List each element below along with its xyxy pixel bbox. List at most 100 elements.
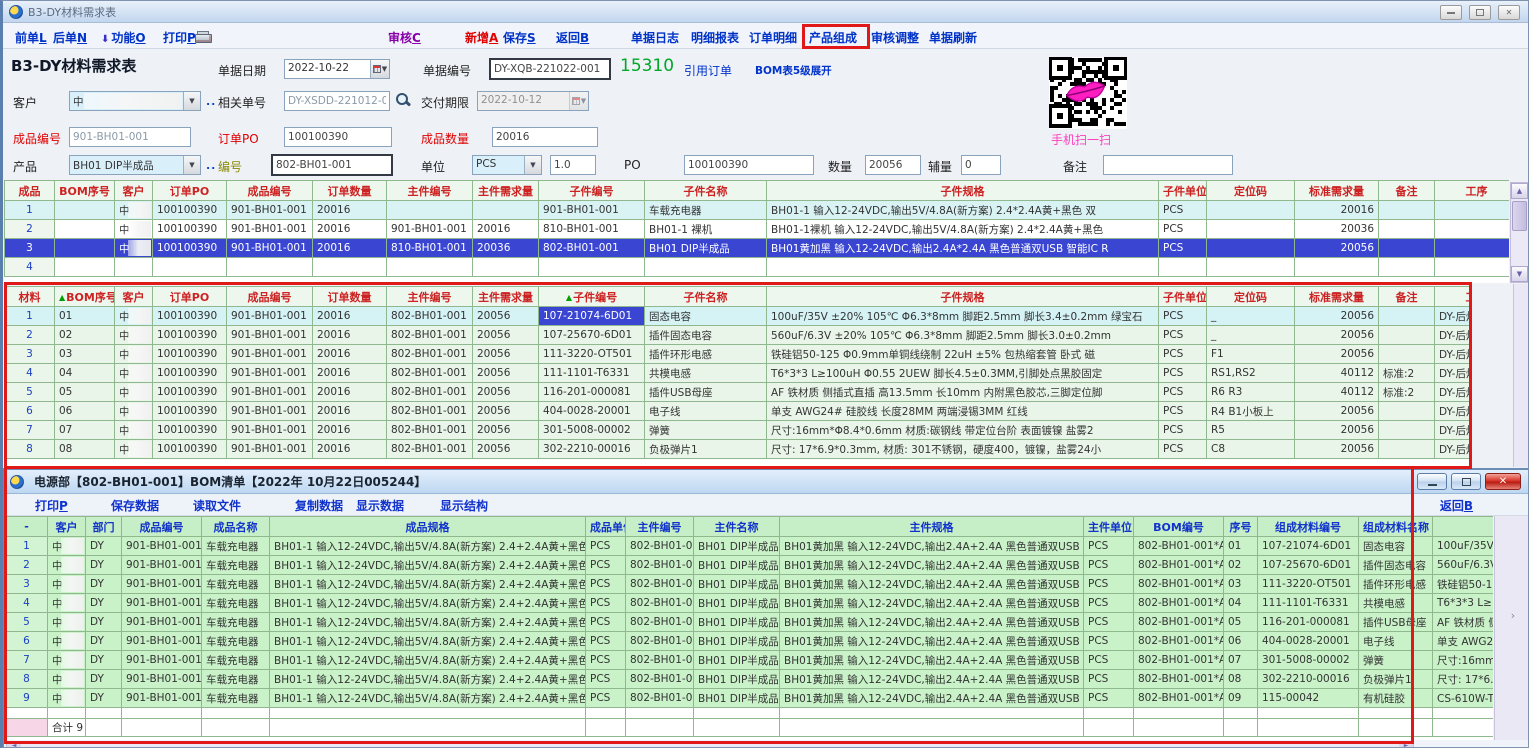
- column-header[interactable]: 成品编号: [227, 181, 313, 201]
- cell[interactable]: BH01-1 输入12-24VDC,输出5V/4.8A(新方案) 2.4+2.4…: [270, 651, 586, 670]
- column-header[interactable]: 标准需求量: [1295, 181, 1379, 201]
- cell[interactable]: BH01 DIP半成品: [694, 594, 780, 613]
- cell[interactable]: DY-后焊 MAN XI: [1435, 402, 1471, 421]
- table2-scroll-strip[interactable]: [1513, 284, 1529, 467]
- cell[interactable]: [1435, 258, 1510, 277]
- cell[interactable]: [387, 258, 473, 277]
- cell[interactable]: 560uF/6.3V ±20% 1: [1433, 556, 1494, 575]
- cell[interactable]: 20016: [313, 364, 387, 383]
- cell[interactable]: BH01 DIP半成品: [694, 632, 780, 651]
- cell[interactable]: 中: [115, 364, 153, 383]
- cell[interactable]: 20056: [473, 421, 539, 440]
- popup-tool-3[interactable]: 读取文件: [193, 497, 241, 514]
- cell[interactable]: BH01-1 输入12-24VDC,输出5V/4.8A(新方案) 2.4+2.4…: [270, 689, 586, 708]
- column-header[interactable]: 子件单位: [1159, 287, 1207, 307]
- cell[interactable]: 100100390: [153, 239, 227, 258]
- cell[interactable]: 尺寸: 17*6.9*0.3mm: [1433, 670, 1494, 689]
- table-row[interactable]: 5中DY901-BH01-001车载充电器BH01-1 输入12-24VDC,输…: [6, 613, 1494, 632]
- cell[interactable]: PCS: [1084, 613, 1134, 632]
- cell[interactable]: PCS: [1159, 220, 1207, 239]
- cell[interactable]: 车载充电器: [645, 201, 767, 220]
- cell[interactable]: 4: [5, 364, 55, 383]
- remark-input[interactable]: [1103, 155, 1233, 175]
- column-header[interactable]: -: [6, 517, 48, 537]
- cell[interactable]: 中: [48, 670, 86, 689]
- cell[interactable]: DY: [86, 575, 122, 594]
- cell[interactable]: 共模电感: [1359, 594, 1433, 613]
- qty-input[interactable]: [865, 155, 921, 175]
- cell[interactable]: [473, 201, 539, 220]
- cell[interactable]: 901-BH01-001: [227, 402, 313, 421]
- cell[interactable]: 中: [48, 594, 86, 613]
- cell[interactable]: 8: [6, 670, 48, 689]
- popup-right-scroll-strip[interactable]: ›: [1494, 516, 1529, 740]
- cell[interactable]: PCS: [1159, 402, 1207, 421]
- column-header[interactable]: 材料: [5, 287, 55, 307]
- cell[interactable]: 中: [115, 383, 153, 402]
- cell[interactable]: [387, 201, 473, 220]
- cell[interactable]: 车载充电器: [202, 689, 270, 708]
- cell[interactable]: 901-BH01-001: [122, 594, 202, 613]
- cell[interactable]: 08: [1224, 670, 1258, 689]
- table-row[interactable]: 3中DY901-BH01-001车载充电器BH01-1 输入12-24VDC,输…: [6, 575, 1494, 594]
- cell[interactable]: 100100390: [153, 440, 227, 459]
- cell[interactable]: BH01-1 输入12-24VDC,输出5V/4.8A(新方案) 2.4+2.4…: [270, 670, 586, 689]
- cell[interactable]: 3: [6, 575, 48, 594]
- table-row[interactable]: 202中100100390901-BH01-00120016802-BH01-0…: [5, 326, 1471, 345]
- cell[interactable]: [55, 239, 115, 258]
- cell[interactable]: 301-5008-00002: [1258, 651, 1359, 670]
- cell[interactable]: 802-BH01-001: [387, 364, 473, 383]
- cell[interactable]: 20016: [313, 201, 387, 220]
- cell[interactable]: 标准:2: [1379, 383, 1435, 402]
- cell[interactable]: [1207, 220, 1295, 239]
- cell[interactable]: 中: [115, 421, 153, 440]
- cell[interactable]: 3: [5, 345, 55, 364]
- column-header[interactable]: 组成材料编号: [1258, 517, 1359, 537]
- cell[interactable]: 20056: [1295, 440, 1379, 459]
- cell[interactable]: 03: [1224, 575, 1258, 594]
- cell[interactable]: [1207, 201, 1295, 220]
- cell[interactable]: 111-1101-T6331: [539, 364, 645, 383]
- cell[interactable]: 08: [55, 440, 115, 459]
- scrollbar-thumb[interactable]: [1512, 201, 1527, 231]
- cell[interactable]: 116-201-000081: [1258, 613, 1359, 632]
- cell[interactable]: PCS: [586, 670, 626, 689]
- column-header[interactable]: 工序: [1435, 181, 1510, 201]
- chevron-down-icon[interactable]: ▼: [183, 92, 200, 110]
- cell[interactable]: 20016: [1295, 201, 1379, 220]
- cell[interactable]: 802-BH01-001*A0: [1134, 537, 1224, 556]
- cell[interactable]: R5: [1207, 421, 1295, 440]
- cell[interactable]: 4: [6, 594, 48, 613]
- cell[interactable]: 100100390: [153, 402, 227, 421]
- cell[interactable]: _: [1207, 326, 1295, 345]
- customer-select[interactable]: 中 ▼: [69, 91, 201, 111]
- cell[interactable]: 车载充电器: [202, 632, 270, 651]
- cell[interactable]: 901-BH01-001: [227, 239, 313, 258]
- column-header[interactable]: 主件需求量: [473, 181, 539, 201]
- cell[interactable]: 01: [1224, 537, 1258, 556]
- cell[interactable]: PCS: [1084, 632, 1134, 651]
- table-row[interactable]: 9中DY901-BH01-001车载充电器BH01-1 输入12-24VDC,输…: [6, 689, 1494, 708]
- cell[interactable]: 车载充电器: [202, 594, 270, 613]
- cell[interactable]: T6*3*3 L≥100uH Φ: [1433, 594, 1494, 613]
- cell[interactable]: DY: [86, 613, 122, 632]
- cell[interactable]: BH01 DIP半成品: [694, 670, 780, 689]
- table-row[interactable]: 303中100100390901-BH01-00120016802-BH01-0…: [5, 345, 1471, 364]
- cell[interactable]: 802-BH01-001: [626, 670, 694, 689]
- cell[interactable]: 901-BH01-001: [122, 575, 202, 594]
- cell[interactable]: 560uF/6.3V ±20% 105℃ Φ6.3*8mm 脚距2.5mm 脚长…: [767, 326, 1159, 345]
- cell[interactable]: 116-201-000081: [539, 383, 645, 402]
- cell[interactable]: 6: [6, 632, 48, 651]
- cell[interactable]: 20056: [473, 364, 539, 383]
- printer-icon[interactable]: [195, 29, 211, 45]
- cell[interactable]: 20016: [313, 440, 387, 459]
- cell[interactable]: PCS: [586, 651, 626, 670]
- cell[interactable]: 05: [55, 383, 115, 402]
- unit-select[interactable]: PCS ▼: [472, 155, 542, 175]
- scroll-up-icon[interactable]: ▲: [1511, 183, 1528, 199]
- cell[interactable]: PCS: [586, 689, 626, 708]
- column-header[interactable]: 订单数量: [313, 181, 387, 201]
- cell[interactable]: [153, 258, 227, 277]
- cell[interactable]: 810-BH01-001: [387, 239, 473, 258]
- cell[interactable]: 802-BH01-001*A0: [1134, 632, 1224, 651]
